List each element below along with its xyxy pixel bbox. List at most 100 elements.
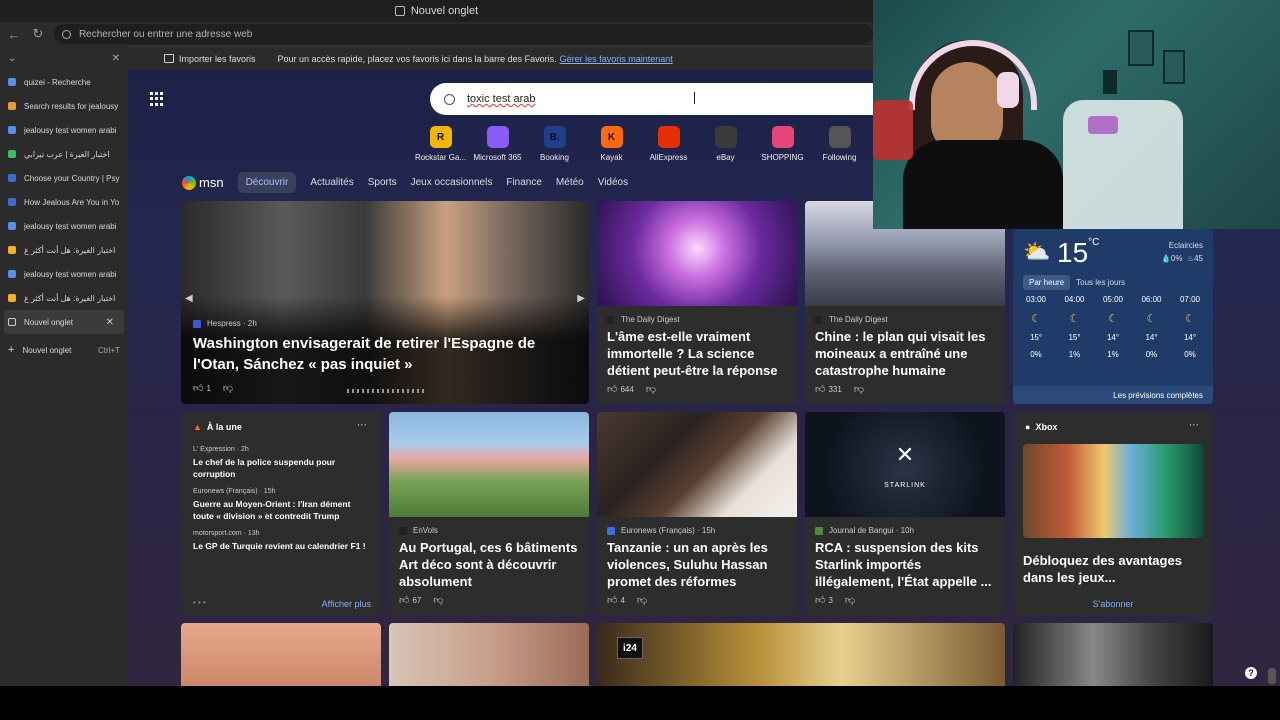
page-scrollbar[interactable]: [1268, 668, 1276, 684]
dislike-icon[interactable]: 👎︎: [637, 594, 647, 606]
sidebar-tab[interactable]: Choose your Country | Psy: [0, 166, 128, 190]
msn-logo[interactable]: msn: [182, 175, 224, 190]
tab-label: jealousy test women arabi: [24, 221, 117, 231]
quick-link[interactable]: K Kayak: [583, 126, 640, 162]
tab-active[interactable]: Nouvel onglet ✕: [4, 310, 124, 334]
bottom-card-3[interactable]: i24: [597, 623, 1005, 686]
quick-link[interactable]: R Rockstar Ga...: [412, 126, 469, 162]
url-input[interactable]: Rechercher ou entrer une adresse web: [53, 24, 873, 44]
quick-link-icon: K: [600, 126, 623, 148]
search-box[interactable]: toxic test arab: [430, 83, 890, 115]
quick-link[interactable]: Microsoft 365: [469, 126, 526, 162]
full-forecast-link[interactable]: Les prévisions complètes: [1113, 391, 1203, 400]
xbox-title-text: Xbox: [1035, 422, 1058, 432]
manage-favorites-link[interactable]: Gérer les favoris maintenant: [560, 54, 673, 64]
tanzania-card[interactable]: Euronews (Français) · 15h Tanzanie : un …: [597, 412, 797, 615]
quick-link[interactable]: AliExpress: [640, 126, 697, 162]
import-favorites-button[interactable]: Importer les favoris: [164, 54, 256, 64]
starlink-headline[interactable]: RCA : suspension des kits Starlink impor…: [815, 539, 997, 590]
bottom-card-4[interactable]: [1013, 623, 1213, 686]
sidebar-tab[interactable]: jealousy test women arabi: [0, 118, 128, 142]
dislike-icon[interactable]: 👎︎: [223, 382, 233, 394]
daily-toggle[interactable]: Tous les jours: [1070, 275, 1131, 290]
soul-card[interactable]: The Daily Digest L'âme est-elle vraiment…: [597, 201, 797, 404]
dislike-icon[interactable]: 👎︎: [845, 594, 855, 606]
subscribe-link[interactable]: S'abonner: [1013, 599, 1213, 609]
like-icon[interactable]: 👍︎: [607, 594, 617, 606]
starlink-x-logo: ✕: [895, 442, 915, 467]
quick-link-label: AliExpress: [649, 153, 688, 162]
like-icon[interactable]: 👍︎: [815, 594, 825, 606]
hourly-toggle[interactable]: Par heure: [1023, 275, 1071, 290]
portugal-headline[interactable]: Au Portugal, ces 6 bâtiments Art déco so…: [399, 539, 581, 590]
msn-tab[interactable]: Jeux occasionnels: [411, 177, 493, 188]
tab-favicon: [8, 126, 16, 134]
starlink-image: ✕ STARLINK: [805, 412, 1005, 517]
carousel-dots[interactable]: [347, 389, 425, 393]
more-options-icon[interactable]: ⋯: [1189, 420, 1199, 431]
msn-tab[interactable]: Météo: [556, 177, 584, 188]
headline-item[interactable]: L' Expression · 2h Le chef de la police s…: [193, 446, 373, 480]
like-icon[interactable]: 👍︎: [193, 382, 203, 394]
xbox-title: ● Xbox: [1025, 422, 1057, 432]
like-icon[interactable]: 👍︎: [815, 383, 825, 395]
carousel-prev-icon[interactable]: ◀: [185, 293, 193, 304]
carousel-next-icon[interactable]: ▶: [577, 293, 585, 304]
new-tab-button[interactable]: + Nouvel onglet Ctrl+T: [0, 338, 128, 362]
close-sidebar-icon[interactable]: ✕: [112, 53, 120, 64]
xbox-card[interactable]: ● Xbox ⋯ Débloquez des avantages dans les…: [1013, 412, 1213, 615]
dislike-icon[interactable]: 👎︎: [433, 594, 443, 606]
sidebar-tab[interactable]: jealousy test women arabi: [0, 262, 128, 286]
tanzania-likes: 4: [620, 595, 625, 605]
bottom-card-1[interactable]: [181, 623, 381, 686]
quick-link-icon: [486, 126, 509, 148]
headline-item[interactable]: motorsport.com · 13h Le GP de Turquie rev…: [193, 530, 373, 552]
china-headline[interactable]: Chine : le plan qui visait les moineaux …: [815, 328, 997, 379]
sidebar-tab[interactable]: اختبار الغيرة: هل أنت أكثر غ: [0, 238, 128, 262]
pager-dots[interactable]: • • •: [193, 598, 206, 607]
weather-humidity: 45: [1194, 254, 1203, 263]
quick-link[interactable]: eBay: [697, 126, 754, 162]
msn-tab[interactable]: Finance: [506, 177, 542, 188]
dislike-icon[interactable]: 👎︎: [646, 383, 656, 395]
hero-card[interactable]: ◀ ▶ Hespress · 2h Washington envisagerai…: [181, 201, 589, 404]
dislike-icon[interactable]: 👎︎: [854, 383, 864, 395]
quick-link-label: SHOPPING: [761, 153, 804, 162]
back-arrow-icon[interactable]: ←: [4, 24, 24, 44]
show-more-link[interactable]: Afficher plus: [322, 599, 371, 609]
sidebar-tab[interactable]: اختبار الغيرة | عرب تيرابي: [0, 142, 128, 166]
portugal-card[interactable]: EnVols Au Portugal, ces 6 bâtiments Art …: [389, 412, 589, 615]
sidebar-tab[interactable]: quizei - Recherche: [0, 70, 128, 94]
msn-tab[interactable]: Actualités: [310, 177, 353, 188]
xbox-games-image: [1023, 444, 1203, 538]
xbox-headline[interactable]: Débloquez des avantages dans les jeux...: [1023, 552, 1203, 586]
tanzania-headline[interactable]: Tanzanie : un an après les violences, Su…: [607, 539, 789, 590]
quick-link[interactable]: SHOPPING: [754, 126, 811, 162]
close-tab-icon[interactable]: ✕: [106, 317, 114, 328]
apps-launcher-icon[interactable]: [150, 92, 164, 106]
quick-link[interactable]: Following: [811, 126, 868, 162]
hero-headline[interactable]: Washington envisagerait de retirer l'Esp…: [193, 333, 553, 375]
msn-tab[interactable]: Découvrir: [237, 172, 297, 193]
more-options-icon[interactable]: ⋯: [357, 420, 367, 431]
quick-link[interactable]: B. Booking: [526, 126, 583, 162]
msn-tab[interactable]: Vidéos: [598, 177, 628, 188]
help-icon[interactable]: ?: [1245, 667, 1257, 679]
like-icon[interactable]: 👍︎: [399, 594, 409, 606]
search-input[interactable]: toxic test arab: [467, 93, 535, 105]
msn-tab[interactable]: Sports: [368, 177, 397, 188]
sidebar-tab[interactable]: اختبار الغيرة: هل أنت أكثر غ: [0, 286, 128, 310]
headline-item[interactable]: Euronews (Français) · 15h Guerre au Moyen…: [193, 488, 373, 522]
soul-headline[interactable]: L'âme est-elle vraiment immortelle ? La …: [607, 328, 789, 379]
china-card[interactable]: The Daily Digest Chine : le plan qui vis…: [805, 201, 1005, 404]
sidebar-tab[interactable]: Search results for jealousy: [0, 94, 128, 118]
like-icon[interactable]: 👍︎: [607, 383, 617, 395]
refresh-icon[interactable]: ↻: [28, 24, 48, 44]
sidebar-tab[interactable]: How Jealous Are You in Yo: [0, 190, 128, 214]
bottom-card-2[interactable]: [389, 623, 589, 686]
weather-card[interactable]: ⛅ 15°C Eclaircies 💧0% ♨45 Par heure Tous…: [1013, 229, 1213, 404]
starlink-card[interactable]: ✕ STARLINK Journal de Bangui · 10h RCA :…: [805, 412, 1005, 615]
headline-text: Guerre au Moyen-Orient : l'Iran dément t…: [193, 499, 351, 521]
chevron-down-icon[interactable]: ⌄: [8, 53, 16, 64]
sidebar-tab[interactable]: jealousy test women arabi: [0, 214, 128, 238]
